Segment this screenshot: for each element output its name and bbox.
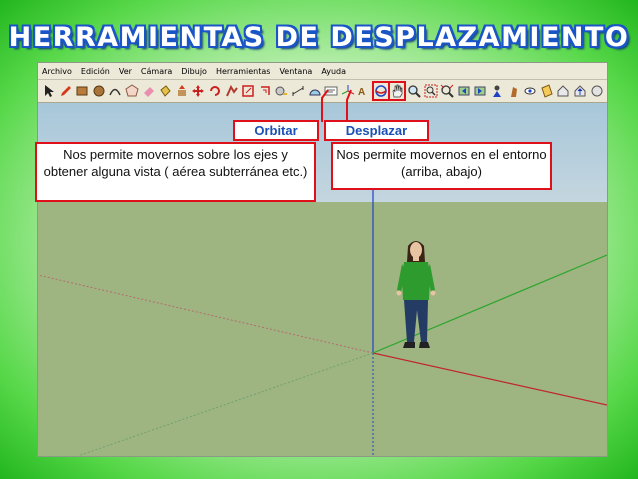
callout-leaders (321, 89, 352, 122)
orbit-label: Orbitar (233, 120, 319, 141)
pan-label: Desplazar (324, 120, 429, 141)
pan-description: Nos permite movernos en el entorno (arri… (331, 142, 552, 190)
orbit-description: Nos permite movernos sobre los ejes y ob… (35, 142, 316, 202)
